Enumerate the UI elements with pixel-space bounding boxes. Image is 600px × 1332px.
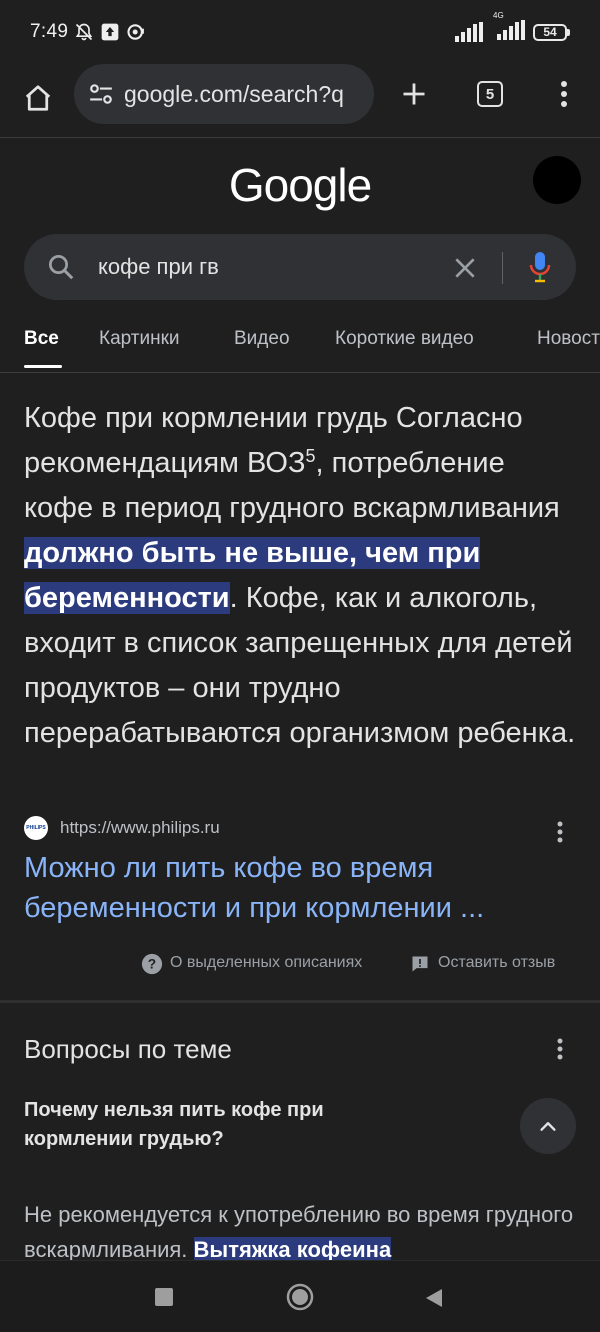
clear-icon[interactable]: [452, 255, 478, 281]
tab-switcher-button[interactable]: 5: [470, 74, 510, 114]
bell-off-icon: [75, 23, 93, 41]
related-question[interactable]: Почему нельзя пить кофе при кормлении гр…: [24, 1096, 404, 1154]
about-featured-snippets-link[interactable]: О выделенных описаниях: [170, 954, 362, 972]
feedback-icon[interactable]: [410, 954, 430, 974]
status-time: 7:49: [30, 21, 69, 42]
tabs-divider: [0, 372, 600, 373]
home-nav-icon[interactable]: [286, 1283, 314, 1311]
home-button[interactable]: [18, 78, 58, 118]
related-more-icon[interactable]: [556, 1037, 564, 1061]
collapse-question-button[interactable]: [520, 1098, 576, 1154]
battery-level: 54: [533, 23, 567, 41]
philips-favicon: PHILIPS: [24, 816, 48, 840]
svg-text:?: ?: [148, 957, 156, 972]
active-tab-indicator: [24, 365, 62, 368]
tab-video[interactable]: Видео: [234, 328, 290, 350]
snippet-footnote: 5: [305, 446, 316, 466]
status-notification-icons: [74, 22, 146, 42]
system-navigation-bar: [0, 1260, 600, 1332]
account-avatar[interactable]: [533, 156, 581, 204]
search-filter-tabs: Все Картинки Видео Короткие видео Новост…: [0, 318, 600, 370]
site-settings-icon[interactable]: [88, 81, 114, 107]
microphone-icon[interactable]: [528, 250, 552, 284]
search-box[interactable]: кофе при гв: [24, 234, 576, 300]
featured-snippet-text: Кофе при кормлении грудь Согласно рекоме…: [24, 396, 576, 756]
google-logo[interactable]: Google: [0, 158, 600, 212]
tab-news[interactable]: Новости: [537, 328, 600, 350]
help-icon[interactable]: ?: [141, 953, 163, 975]
related-answer-text: Не рекомендуется к употреблению во время…: [24, 1197, 576, 1260]
leave-feedback-link[interactable]: Оставить отзыв: [438, 954, 555, 972]
new-tab-button[interactable]: [394, 74, 434, 114]
snippet-feedback-row: ? О выделенных описаниях Оставить отзыв: [0, 950, 600, 978]
home-icon: [25, 85, 51, 111]
status-system-icons: 4G 54: [455, 11, 570, 45]
upload-icon: [101, 23, 119, 41]
search-icon: [49, 255, 74, 280]
search-box-divider: [502, 252, 503, 284]
chat-alert-icon: [127, 24, 145, 40]
signal-4g: 4G: [491, 11, 525, 45]
tab-count: 5: [477, 81, 503, 107]
signal-icon: [455, 22, 483, 42]
toolbar-divider: [0, 137, 600, 138]
signal-icon-secondary: [497, 19, 525, 40]
battery-indicator: 54: [533, 23, 570, 41]
tab-images[interactable]: Картинки: [99, 328, 180, 350]
section-separator: [0, 1000, 600, 1003]
url-bar[interactable]: google.com/search?q: [74, 64, 374, 124]
network-type-label: 4G: [493, 10, 504, 20]
tab-short-video[interactable]: Короткие видео: [335, 328, 474, 350]
source-url: https://www.philips.ru: [60, 818, 220, 837]
browser-menu-button[interactable]: [544, 74, 584, 114]
browser-toolbar: google.com/search?q 5: [0, 64, 600, 136]
chevron-up-icon: [540, 1122, 556, 1131]
result-more-icon[interactable]: [556, 820, 564, 844]
status-bar: 7:49 4G 54: [0, 0, 600, 64]
url-text: google.com/search?q: [124, 80, 344, 107]
tab-all[interactable]: Все: [24, 328, 59, 350]
battery-tip: [567, 28, 570, 36]
result-title-link[interactable]: Можно ли пить кофе во время беременности…: [24, 848, 564, 928]
back-nav-icon[interactable]: [424, 1287, 444, 1309]
recent-apps-button[interactable]: [155, 1288, 173, 1306]
more-vert-icon: [561, 81, 567, 107]
related-questions-heading: Вопросы по теме: [24, 1034, 232, 1064]
answer-highlight: Вытяжка кофеина: [193, 1237, 392, 1260]
search-input[interactable]: кофе при гв: [98, 254, 219, 280]
plus-icon: [403, 83, 425, 105]
result-source[interactable]: PHILIPS https://www.philips.ru: [24, 816, 220, 840]
